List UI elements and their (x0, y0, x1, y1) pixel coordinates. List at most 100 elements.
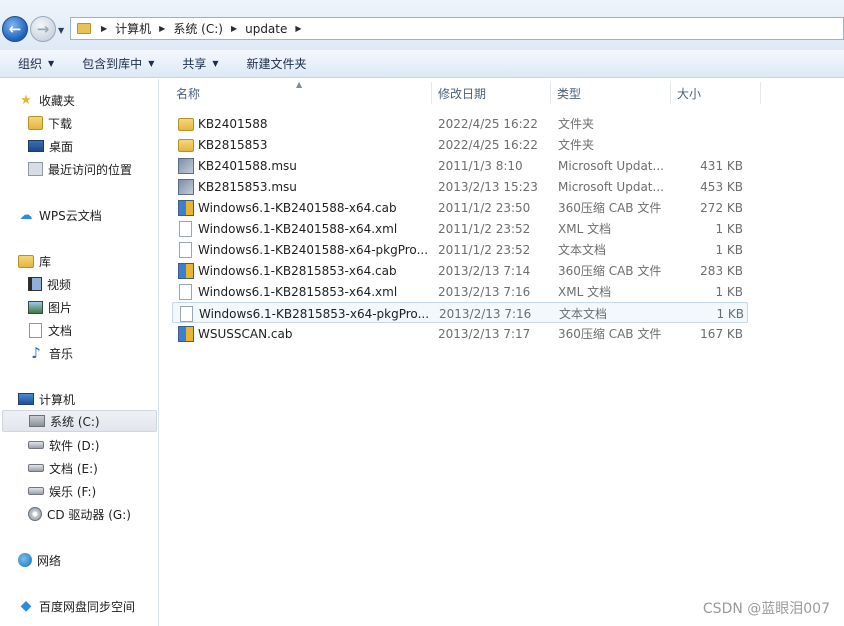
column-header-date[interactable]: 修改日期 (432, 82, 551, 104)
address-bar: ← → ▼ ▶ 计算机 ▶ 系统 (C:) ▶ update ▶ (0, 0, 844, 50)
organize-label: 组织 (18, 57, 43, 71)
watermark: CSDN @蓝眼泪007 (702, 601, 830, 617)
navigation-pane: ★ 收藏夹 下载 桌面 最近访问的位置 ☁ WPS云文档 库 视频 图片 文档 ♪ 音… (0, 79, 159, 626)
caret-down-icon: ▼ (148, 59, 155, 68)
file-row[interactable]: KB2401588 2022/4/25 16:22 文件夹 (172, 113, 748, 134)
file-type: XML 文档 (558, 222, 612, 236)
chevron-right-icon[interactable]: ▶ (159, 24, 165, 33)
file-type: XML 文档 (558, 285, 612, 299)
file-name: KB2815853 (198, 137, 268, 152)
chevron-right-icon[interactable]: ▶ (101, 24, 107, 33)
include-in-library-button[interactable]: 包含到库中 ▼ (74, 50, 162, 78)
star-icon: ★ (20, 92, 32, 108)
file-date: 2013/2/13 15:23 (438, 179, 538, 194)
file-name: WSUSSCAN.cab (198, 326, 293, 341)
nav-libraries-label: 库 (39, 254, 52, 269)
nav-desktop[interactable]: 桌面 (28, 135, 73, 157)
hard-drive-icon (28, 487, 44, 495)
chevron-right-icon[interactable]: ▶ (231, 24, 237, 33)
nav-recent-places[interactable]: 最近访问的位置 (28, 158, 132, 180)
column-header-size[interactable]: 大小 (671, 82, 761, 104)
nav-downloads[interactable]: 下载 (28, 112, 72, 134)
library-icon (18, 254, 34, 268)
file-name: Windows6.1-KB2815853-x64.cab (198, 263, 397, 278)
nav-network[interactable]: 网络 (18, 549, 61, 571)
nav-music-label: 音乐 (49, 346, 74, 361)
cab-archive-icon (178, 325, 194, 342)
nav-drive-e[interactable]: 文档 (E:) (28, 457, 98, 479)
nav-wps-cloud[interactable]: ☁ WPS云文档 (18, 204, 102, 226)
file-size (668, 134, 743, 155)
file-row[interactable]: Windows6.1-KB2815853-x64.cab 2013/2/13 7… (172, 260, 748, 281)
new-folder-button[interactable]: 新建文件夹 (239, 50, 315, 78)
network-icon (18, 553, 32, 567)
column-name-label: 名称 (176, 86, 201, 101)
file-row[interactable]: KB2815853 2022/4/25 16:22 文件夹 (172, 134, 748, 155)
caret-down-icon: ▼ (48, 59, 55, 68)
nav-videos[interactable]: 视频 (28, 273, 71, 295)
nav-drive-d[interactable]: 软件 (D:) (28, 434, 99, 456)
breadcrumb-computer[interactable]: 计算机 (115, 20, 151, 37)
column-header-type[interactable]: 类型 (551, 82, 671, 104)
video-icon (28, 277, 42, 291)
system-drive-icon (29, 415, 45, 427)
file-size: 1 KB (715, 284, 743, 299)
chevron-right-icon[interactable]: ▶ (295, 24, 301, 33)
file-type: 文件夹 (558, 117, 595, 131)
file-type: Microsoft Updat... (558, 158, 664, 173)
file-row[interactable]: KB2815853.msu 2013/2/13 15:23 Microsoft … (172, 176, 748, 197)
nav-wps-cloud-label: WPS云文档 (39, 208, 102, 223)
share-label: 共享 (182, 57, 207, 71)
file-date: 2011/1/2 23:50 (438, 200, 531, 215)
file-name: KB2401588.msu (198, 158, 297, 173)
document-icon (179, 241, 192, 258)
file-row[interactable]: Windows6.1-KB2815853-x64.xml 2013/2/13 7… (172, 281, 748, 302)
nav-pictures[interactable]: 图片 (28, 296, 72, 318)
file-row[interactable]: KB2401588.msu 2011/1/3 8:10 Microsoft Up… (172, 155, 748, 176)
file-name: KB2401588 (198, 116, 268, 131)
file-date: 2013/2/13 7:16 (439, 306, 532, 321)
document-icon (179, 220, 192, 237)
file-date: 2011/1/2 23:52 (438, 221, 531, 236)
arrow-right-icon: → (36, 20, 50, 38)
share-button[interactable]: 共享 ▼ (174, 50, 226, 78)
nav-documents[interactable]: 文档 (28, 319, 72, 341)
file-row-selected[interactable]: Windows6.1-KB2815853-x64-pkgPro... 2013/… (172, 302, 748, 323)
nav-downloads-label: 下载 (48, 116, 73, 131)
include-in-library-label: 包含到库中 (82, 57, 143, 71)
nav-libraries[interactable]: 库 (18, 250, 51, 272)
file-size: 272 KB (700, 200, 743, 215)
back-button[interactable]: ← (2, 16, 28, 42)
arrow-left-icon: ← (8, 20, 22, 38)
breadcrumb-drive-c[interactable]: 系统 (C:) (173, 20, 223, 37)
file-type: 文件夹 (558, 138, 595, 152)
document-icon (29, 322, 42, 338)
file-name: Windows6.1-KB2401588-x64.xml (198, 221, 398, 236)
file-name: KB2815853.msu (198, 179, 297, 194)
nav-drive-f-label: 娱乐 (F:) (49, 484, 97, 499)
address-field[interactable]: ▶ 计算机 ▶ 系统 (C:) ▶ update ▶ (70, 17, 844, 40)
column-header-name[interactable]: 名称 (170, 82, 432, 104)
nav-baidu-sync[interactable]: ◆ 百度网盘同步空间 (18, 595, 135, 617)
breadcrumb-update[interactable]: update (245, 22, 287, 36)
file-size: 1 KB (715, 242, 743, 257)
forward-button[interactable]: → (30, 16, 56, 42)
file-row[interactable]: Windows6.1-KB2401588-x64.cab 2011/1/2 23… (172, 197, 748, 218)
hard-drive-icon (28, 464, 44, 472)
organize-button[interactable]: 组织 ▼ (10, 50, 62, 78)
nav-drive-g[interactable]: CD 驱动器 (G:) (28, 503, 131, 525)
nav-music[interactable]: ♪ 音乐 (28, 342, 73, 364)
file-date: 2013/2/13 7:14 (438, 263, 531, 278)
file-date: 2011/1/3 8:10 (438, 158, 523, 173)
nav-computer[interactable]: 计算机 (18, 388, 75, 410)
file-row[interactable]: Windows6.1-KB2401588-x64-pkgPro... 2011/… (172, 239, 748, 260)
file-row[interactable]: WSUSSCAN.cab 2013/2/13 7:17 360压缩 CAB 文件… (172, 323, 748, 344)
nav-drive-e-label: 文档 (E:) (49, 461, 98, 476)
file-size: 431 KB (700, 158, 743, 173)
history-dropdown-icon[interactable]: ▼ (58, 26, 64, 35)
file-row[interactable]: Windows6.1-KB2401588-x64.xml 2011/1/2 23… (172, 218, 748, 239)
nav-favorites[interactable]: ★ 收藏夹 (18, 89, 75, 111)
file-name: Windows6.1-KB2401588-x64-pkgPro... (198, 242, 428, 257)
nav-drive-c[interactable]: 系统 (C:) (2, 410, 157, 432)
nav-drive-f[interactable]: 娱乐 (F:) (28, 480, 96, 502)
